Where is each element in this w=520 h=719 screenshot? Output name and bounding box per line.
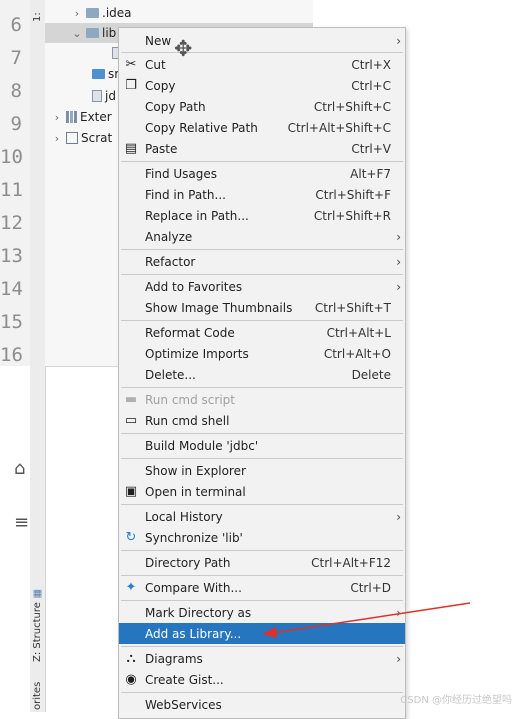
- watermark: CSDN @你经历过绝望吗: [400, 695, 512, 706]
- annotation-arrow: [262, 602, 471, 638]
